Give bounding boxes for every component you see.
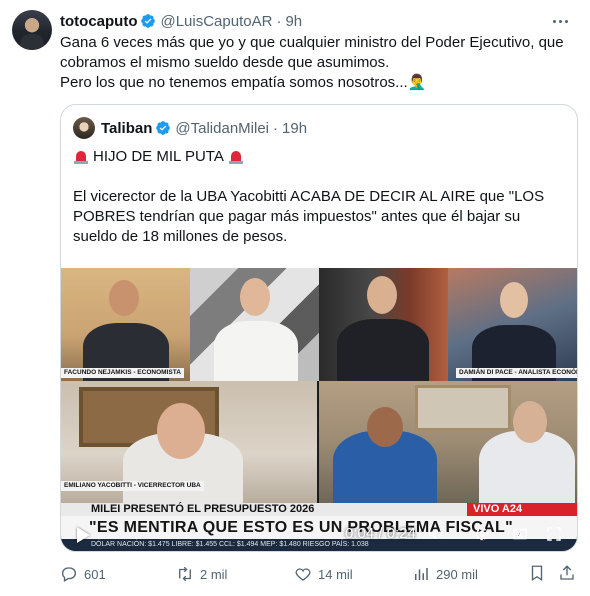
heart-icon: [295, 568, 311, 581]
author-avatar[interactable]: [12, 10, 52, 50]
play-icon[interactable]: [77, 527, 90, 543]
views-count: 290 mil: [436, 566, 478, 582]
post-header: totocaputo @LuisCaputoAR · 9h: [60, 11, 578, 31]
post-text-line: Pero los que no tenemos empatía somos no…: [60, 74, 427, 91]
ticker-top-text: MILEI PRESENTÓ EL PRESUPUESTO 2026: [91, 503, 315, 515]
author-name[interactable]: totocaputo: [60, 13, 137, 30]
repost-count: 2 mil: [200, 566, 228, 582]
video-panel-guest-1: FACUNDO NEJAMKIS - ECONOMISTA: [61, 268, 190, 381]
post-text-line: cobramos el mismo sueldo desde que asumi…: [60, 54, 390, 71]
picture-in-picture-icon[interactable]: [511, 525, 529, 543]
reply-icon: [61, 567, 76, 582]
quoted-headline: HIJO DE MIL PUTA: [93, 148, 224, 165]
video-panel-guest-2: [319, 268, 448, 381]
author-handle[interactable]: @LuisCaputoAR: [160, 13, 272, 30]
quoted-text-line: POBRES tendrían que pagar más impuestos"…: [73, 208, 521, 225]
lower-third: FACUNDO NEJAMKIS - ECONOMISTA: [61, 368, 184, 378]
quoted-text-line: El vicerector de la UBA Yacobitti ACABA …: [73, 188, 545, 205]
share-icon[interactable]: [558, 564, 576, 582]
police-light-icon: [73, 149, 89, 165]
video-timecode: 0:04 / 0:24: [345, 525, 416, 542]
post-text-line: Gana 6 veces más que yo y que cualquier …: [60, 34, 564, 51]
reply-count: 601: [84, 566, 106, 582]
post-text: Gana 6 veces más que yo y que cualquier …: [60, 33, 576, 93]
quoted-post-header: Taliban @TalidanMilei · 19h: [73, 117, 307, 139]
quoted-text-line: sueldo de 18 millones de pesos.: [73, 228, 288, 245]
police-light-icon: [228, 149, 244, 165]
quoted-post-time[interactable]: 19h: [282, 120, 307, 137]
separator-dot: ·: [276, 12, 282, 30]
mute-icon[interactable]: [427, 525, 445, 543]
quoted-post-text: HIJO DE MIL PUTA El vicerector de la UBA…: [73, 147, 565, 247]
like-button[interactable]: 14 mil: [294, 564, 353, 584]
quoted-author-name[interactable]: Taliban: [101, 120, 152, 137]
post-time[interactable]: 9h: [285, 13, 302, 30]
views-chart-icon: [415, 568, 428, 580]
news-ticker-top: MILEI PRESENTÓ EL PRESUPUESTO 2026 VIVO …: [61, 503, 577, 516]
verified-badge-icon: [141, 14, 156, 28]
lower-third: DAMIÁN DI PACE - ANALISTA ECONÓMICO: [456, 368, 577, 378]
lower-third: EMILIANO YACOBITTI - VICERRECTOR UBA: [61, 481, 204, 491]
post-action-bar: 601 2 mil 14 mil 290 mil: [60, 560, 578, 588]
settings-gear-icon[interactable]: [473, 525, 491, 543]
fullscreen-icon[interactable]: [545, 525, 563, 543]
repost-icon: [179, 566, 191, 582]
quoted-author-avatar[interactable]: [73, 117, 95, 139]
quoted-post[interactable]: Taliban @TalidanMilei · 19h HIJO DE MIL …: [60, 104, 578, 552]
verified-badge-icon: [156, 121, 171, 135]
more-options-icon[interactable]: [550, 12, 570, 30]
like-count: 14 mil: [318, 566, 353, 582]
channel-badge: VIVO A24: [467, 503, 577, 516]
video-panel-yacobitti: EMILIANO YACOBITTI - VICERRECTOR UBA: [61, 381, 317, 503]
repost-button[interactable]: 2 mil: [176, 564, 227, 584]
video-player[interactable]: FACUNDO NEJAMKIS - ECONOMISTA DAMIÁN DI …: [61, 268, 577, 551]
quoted-author-handle[interactable]: @TalidanMilei: [175, 120, 269, 137]
bookmark-icon[interactable]: [528, 564, 546, 582]
views-button[interactable]: 290 mil: [412, 564, 478, 584]
reply-button[interactable]: 601: [60, 564, 106, 584]
video-panel-host: [190, 268, 319, 381]
video-panel-guest-3: DAMIÁN DI PACE - ANALISTA ECONÓMICO: [448, 268, 577, 381]
separator-dot: ·: [273, 119, 279, 137]
video-controls: 0:04 / 0:24: [61, 516, 577, 551]
video-panel-guests: [319, 381, 577, 503]
